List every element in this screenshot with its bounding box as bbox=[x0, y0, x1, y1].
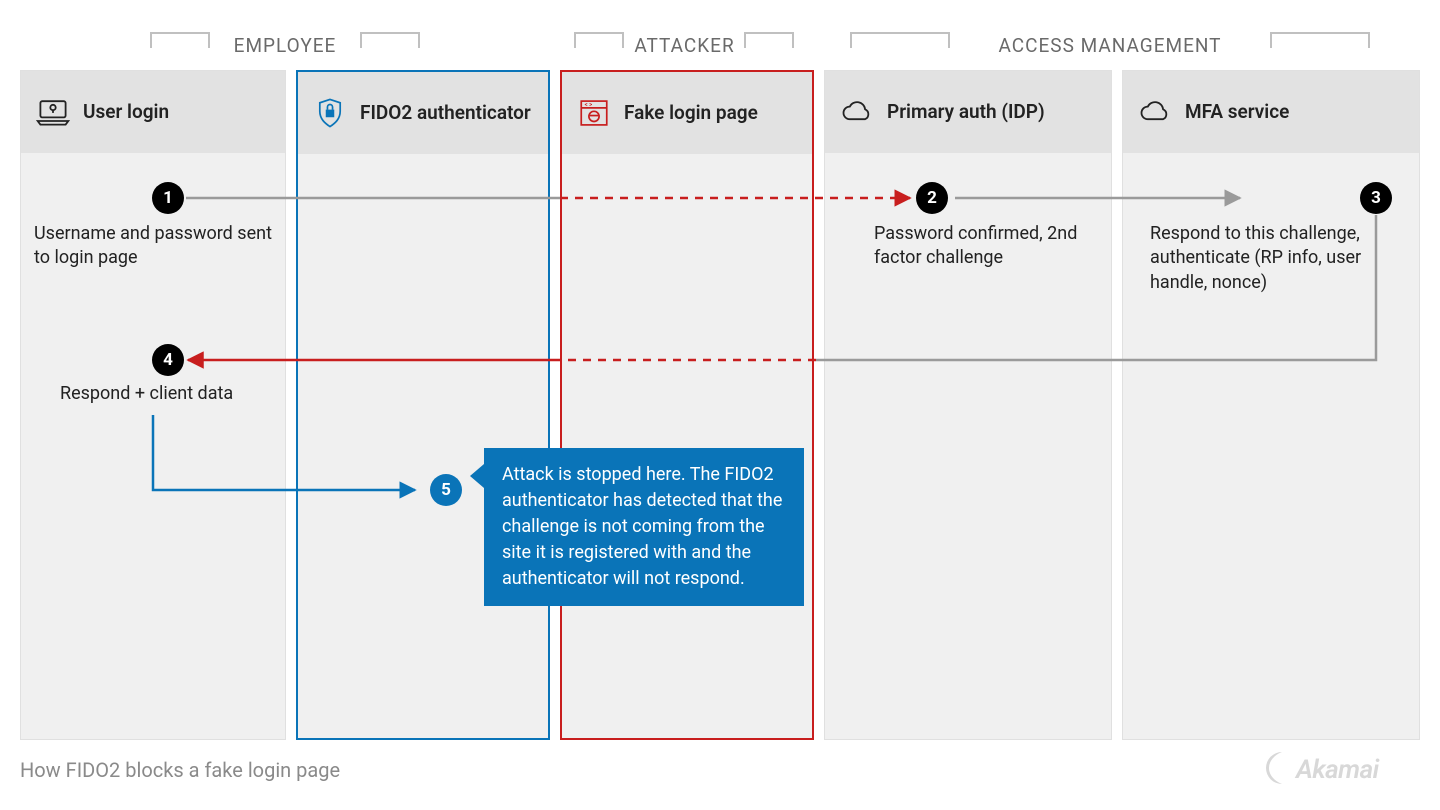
svg-text:Akamai: Akamai bbox=[1294, 755, 1380, 785]
step-badge-2: 2 bbox=[916, 182, 948, 214]
group-label-attacker: ATTACKER bbox=[627, 34, 742, 57]
bracket-attacker bbox=[574, 32, 624, 48]
bracket-attacker bbox=[744, 32, 794, 48]
lane-attacker: < > Fake login page bbox=[560, 70, 814, 740]
lane-title: Fake login page bbox=[624, 102, 758, 125]
lane-fido: FIDO2 authenticator bbox=[296, 70, 550, 740]
step-text-1: Username and password sent to login page bbox=[34, 222, 274, 271]
lane-title: FIDO2 authenticator bbox=[360, 102, 531, 125]
laptop-icon bbox=[35, 94, 71, 130]
cloud-icon bbox=[1137, 94, 1173, 130]
bracket-access bbox=[850, 32, 950, 48]
callout-attack-stopped: Attack is stopped here. The FIDO2 authen… bbox=[484, 448, 804, 606]
akamai-logo: Akamai bbox=[1264, 748, 1414, 788]
fido2-phishing-diagram: EMPLOYEE ATTACKER ACCESS MANAGEMENT User… bbox=[20, 20, 1420, 790]
fake-page-icon: < > bbox=[576, 95, 612, 131]
lane-header-user: User login bbox=[21, 71, 285, 153]
bracket-access bbox=[1270, 32, 1370, 48]
shield-lock-icon bbox=[312, 95, 348, 131]
lane-idp: Primary auth (IDP) bbox=[824, 70, 1112, 740]
step-text-4: Respond + client data bbox=[60, 382, 280, 406]
lane-header-fido: FIDO2 authenticator bbox=[298, 72, 548, 154]
svg-text:< >: < > bbox=[585, 102, 593, 109]
group-label-employee: EMPLOYEE bbox=[215, 34, 355, 57]
step-text-2: Password confirmed, 2nd factor challenge bbox=[874, 222, 1084, 271]
step-text-3: Respond to this challenge, authenticate … bbox=[1150, 222, 1400, 295]
lane-title: Primary auth (IDP) bbox=[887, 101, 1045, 124]
cloud-icon bbox=[839, 94, 875, 130]
step-badge-1: 1 bbox=[152, 182, 184, 214]
lane-title: User login bbox=[83, 101, 169, 124]
step-badge-3: 3 bbox=[1360, 182, 1392, 214]
step-badge-5: 5 bbox=[430, 474, 462, 506]
lane-header-mfa: MFA service bbox=[1123, 71, 1419, 153]
lane-header-fake: < > Fake login page bbox=[562, 72, 812, 154]
step-badge-4: 4 bbox=[152, 344, 184, 376]
lane-title: MFA service bbox=[1185, 101, 1289, 124]
diagram-caption: How FIDO2 blocks a fake login page bbox=[20, 758, 340, 782]
group-label-access: ACCESS MANAGEMENT bbox=[975, 34, 1245, 57]
bracket-employee bbox=[150, 32, 210, 48]
lane-mfa: MFA service bbox=[1122, 70, 1420, 740]
bracket-employee bbox=[360, 32, 420, 48]
lane-header-idp: Primary auth (IDP) bbox=[825, 71, 1111, 153]
